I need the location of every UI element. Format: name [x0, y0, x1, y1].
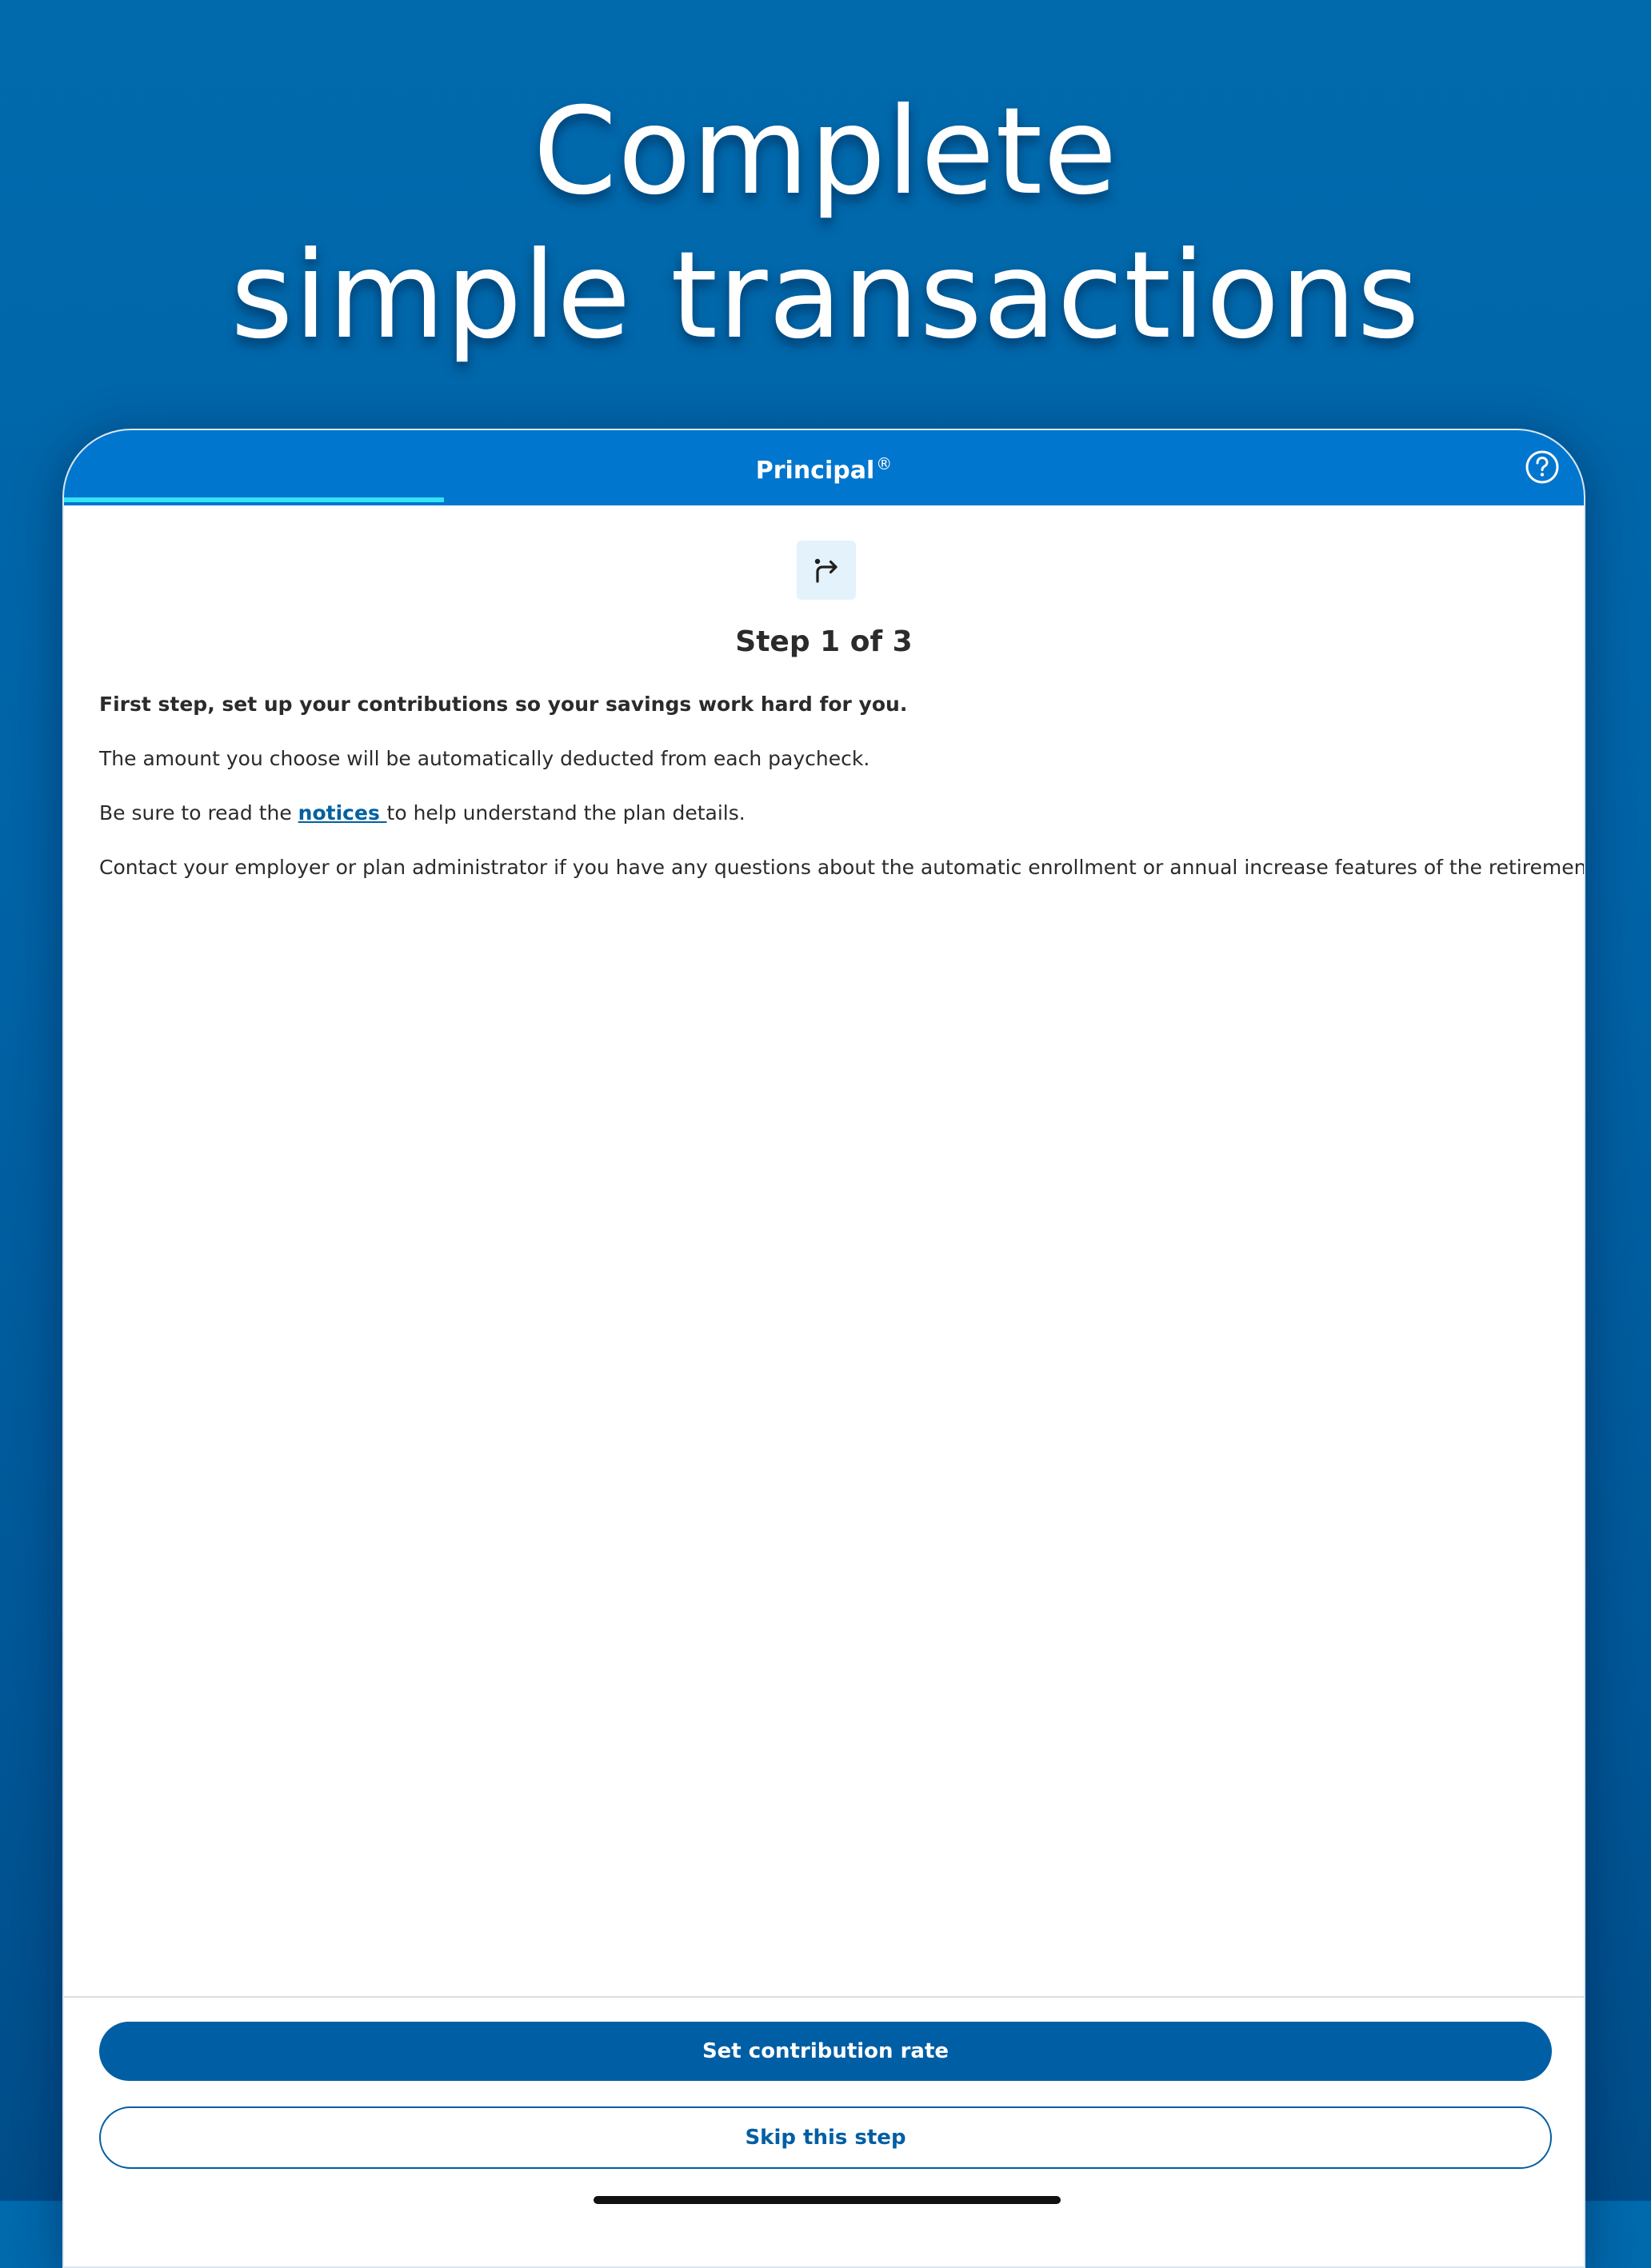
brand-name: Principal: [755, 457, 875, 485]
set-contribution-rate-button[interactable]: Set contribution rate: [99, 2022, 1552, 2081]
step-title: Step 1 of 3: [735, 625, 913, 658]
footer-divider: [64, 1996, 1584, 1998]
home-indicator[interactable]: [594, 2196, 1061, 2204]
brand-logo: Principal ®: [64, 454, 1584, 485]
notices-text-after: to help understand the plan details.: [386, 801, 746, 825]
notices-link[interactable]: notices: [298, 801, 387, 825]
app-header: Principal ®: [64, 430, 1584, 505]
step-progress-fill: [64, 497, 444, 502]
paycheck-deduction-text: The amount you choose will be automatica…: [99, 747, 870, 770]
contact-employer-text: Contact your employer or plan administra…: [99, 856, 1585, 879]
step-intro: First step, set up your contributions so…: [99, 693, 908, 716]
turn-right-arrow-icon: [797, 541, 856, 600]
notices-text-before: Be sure to read the: [99, 801, 298, 825]
hero-line-2: simple transactions: [230, 226, 1421, 365]
hero-headline: Complete simple transactions: [0, 80, 1651, 368]
notices-text: Be sure to read the notices to help unde…: [99, 800, 1555, 827]
hero-line-1: Complete: [533, 82, 1118, 222]
skip-step-button[interactable]: Skip this step: [99, 2106, 1552, 2169]
help-icon[interactable]: [1525, 449, 1560, 485]
registered-mark: ®: [876, 454, 893, 473]
step-progress-bar: [64, 497, 1584, 502]
device-frame: Principal ® Step 1 of 3 First step, set u…: [62, 429, 1585, 2268]
